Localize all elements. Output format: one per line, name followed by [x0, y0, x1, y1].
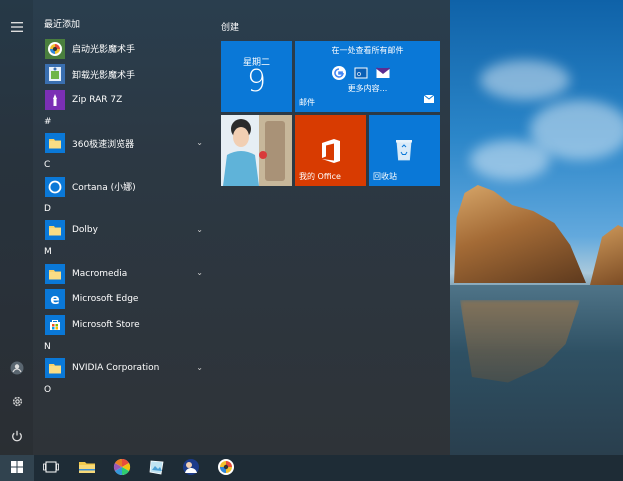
file-explorer-icon [78, 459, 96, 478]
svg-text:o: o [357, 70, 361, 78]
recycle-bin-icon [394, 137, 414, 164]
app-label: 卸载光影魔术手 [72, 70, 136, 81]
app-list: 最近添加 启动光影魔术手 卸载光影魔术手 Zip RAR 7Z # 360极速浏… [38, 14, 212, 399]
app-item-360-browser-folder[interactable]: 360极速浏览器 ⌄ [38, 131, 212, 157]
app-item-nvidia-folder[interactable]: NVIDIA Corporation ⌄ [38, 356, 212, 382]
google-icon [332, 66, 346, 80]
desktop-wallpaper [450, 0, 623, 455]
outlook-icon: o [354, 66, 368, 80]
power-icon[interactable] [8, 427, 26, 445]
group-header-o[interactable]: O [38, 381, 212, 399]
app-label: Cortana (小娜) [72, 183, 136, 194]
chevron-down-icon: ⌄ [196, 137, 203, 147]
start-rail [0, 0, 33, 455]
taskbar-photo-editor[interactable] [174, 455, 208, 481]
store-icon [44, 314, 66, 336]
calendar-tile[interactable]: 星期二 9 [221, 41, 292, 112]
group-header-m[interactable]: M [38, 243, 212, 261]
chevron-down-icon: ⌄ [196, 268, 203, 277]
mail-tile-title: 在一处查看所有邮件 [331, 46, 404, 55]
recycle-bin-tile[interactable]: 回收站 [369, 115, 440, 186]
app-label: Zip RAR 7Z [72, 94, 123, 105]
nevis-launcher-icon [44, 38, 66, 60]
office-tile-label: 我的 Office [299, 172, 341, 181]
app-item-macromedia-folder[interactable]: Macromedia ⌄ [38, 261, 212, 287]
app-item-nevis-uninstall[interactable]: 卸载光影魔术手 [38, 62, 212, 88]
rock-formation-small [590, 225, 623, 285]
svg-text:e: e [50, 292, 60, 308]
mail-tile-label: 邮件 [299, 98, 315, 107]
photo-person-image [221, 115, 292, 186]
user-account-icon[interactable] [8, 359, 26, 377]
app-item-nevis-launcher[interactable]: 启动光影魔术手 [38, 36, 212, 62]
mail-provider-icons: o [332, 66, 390, 80]
app-label: Macromedia [72, 268, 128, 279]
settings-gear-icon[interactable] [8, 392, 26, 410]
mail-tile-more: 更多内容... [347, 84, 388, 93]
cortana-icon [44, 176, 66, 198]
photo-viewer-icon [148, 459, 166, 478]
taskbar-photo-app[interactable] [140, 455, 174, 481]
windows-logo-icon [11, 460, 23, 476]
group-header-hash[interactable]: # [38, 113, 212, 131]
zip-icon [44, 89, 66, 111]
tiles-group-header[interactable]: 创建 [221, 20, 239, 33]
folder-icon [44, 263, 66, 285]
group-header-n[interactable]: N [38, 338, 212, 356]
calendar-day: 9 [246, 64, 267, 99]
color-wheel-icon [113, 458, 131, 479]
mail-envelope-icon [376, 66, 390, 80]
nevis-app-icon [217, 458, 235, 479]
app-label: Microsoft Store [72, 319, 140, 330]
start-menu: 最近添加 启动光影魔术手 卸载光影魔术手 Zip RAR 7Z # 360极速浏… [0, 0, 450, 455]
app-item-microsoft-store[interactable]: Microsoft Store [38, 312, 212, 338]
rock-formation [454, 185, 586, 283]
taskbar [0, 455, 623, 481]
group-header-c[interactable]: C [38, 156, 212, 174]
office-icon [320, 139, 342, 166]
hamburger-menu-icon[interactable] [8, 18, 26, 36]
photo-editor-icon [182, 458, 200, 479]
app-item-zip-rar-7z[interactable]: Zip RAR 7Z [38, 87, 212, 113]
app-item-dolby-folder[interactable]: Dolby ⌄ [38, 218, 212, 244]
folder-icon [44, 219, 66, 241]
app-label: 360极速浏览器 [72, 139, 135, 150]
my-office-tile[interactable]: 我的 Office [295, 115, 366, 186]
task-view-button[interactable] [34, 455, 68, 481]
app-item-cortana[interactable]: Cortana (小娜) [38, 174, 212, 200]
mail-small-icon [423, 94, 435, 106]
chevron-down-icon: ⌄ [196, 362, 203, 372]
taskbar-file-explorer[interactable] [70, 455, 104, 481]
edge-icon: e [44, 288, 66, 310]
task-view-icon [43, 461, 59, 476]
folder-icon [44, 357, 66, 379]
taskbar-color-app[interactable] [105, 455, 139, 481]
app-label: Dolby [72, 225, 98, 236]
mail-tile[interactable]: 在一处查看所有邮件 o 更多内容... 邮件 [295, 41, 440, 112]
taskbar-nevis-app[interactable] [209, 455, 243, 481]
photo-tile[interactable] [221, 115, 292, 186]
recently-added-header: 最近添加 [44, 20, 81, 30]
folder-icon [44, 132, 66, 154]
group-header-d[interactable]: D [38, 200, 212, 218]
app-label: 启动光影魔术手 [72, 45, 136, 56]
recycle-bin-label: 回收站 [373, 172, 397, 181]
start-button[interactable] [0, 455, 34, 481]
app-label: Microsoft Edge [72, 294, 139, 305]
app-label: NVIDIA Corporation [72, 363, 160, 374]
app-item-microsoft-edge[interactable]: e Microsoft Edge [38, 287, 212, 313]
chevron-down-icon: ⌄ [196, 224, 203, 234]
uninstall-icon [44, 63, 66, 85]
